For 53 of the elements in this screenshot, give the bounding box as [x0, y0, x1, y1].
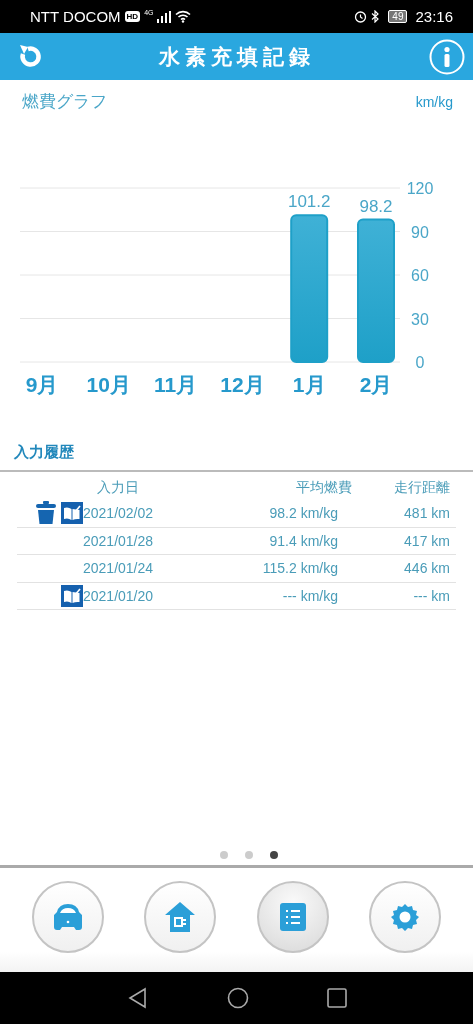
chart-title: 燃費グラフ	[22, 91, 107, 113]
month-label: 1月	[292, 373, 326, 396]
month-label: 11月	[154, 373, 198, 396]
hd-badge: HD	[124, 11, 141, 22]
fuel-economy-cell-text: --- km/kg	[281, 587, 338, 604]
list-icon	[279, 903, 306, 931]
distance-cell-text: 417 km	[403, 532, 451, 549]
page-dot[interactable]	[245, 851, 253, 859]
recents-key-icon[interactable]	[326, 988, 347, 1008]
clock-time: 23:16	[415, 8, 453, 25]
back-key-icon[interactable]	[126, 987, 149, 1009]
wifi-icon	[175, 10, 192, 23]
column-header: 走行距離	[393, 479, 451, 497]
y-tick-label: 60	[411, 267, 429, 284]
alarm-icon	[354, 10, 368, 23]
history-title: 入力履歴	[14, 443, 74, 460]
column-header: 入力日	[96, 479, 140, 497]
page-dot[interactable]	[220, 851, 228, 859]
battery-indicator: 49	[388, 10, 408, 23]
y-tick-label: 30	[411, 310, 429, 328]
info-button[interactable]	[429, 38, 465, 75]
fuel-economy-cell-text: 115.2 km/kg	[261, 560, 338, 577]
fuel-economy-cell-text: 91.4 km/kg	[268, 532, 338, 549]
edit-book-icon[interactable]	[61, 502, 83, 525]
home-key-icon[interactable]	[226, 987, 249, 1009]
app-title: 水素充填記録	[158, 43, 315, 70]
edit-book-icon[interactable]	[61, 584, 83, 607]
y-tick-label: 0	[415, 354, 425, 371]
bluetooth-icon	[371, 10, 381, 23]
date-cell-text: 2021/01/28	[83, 532, 155, 549]
y-tick-label: 120	[406, 180, 434, 197]
date-cell-text: 2021/02/02	[83, 505, 155, 522]
bar-value-label: 98.2	[359, 196, 393, 216]
distance-cell-text: --- km	[412, 587, 451, 604]
gear-icon	[389, 902, 420, 932]
distance-cell-text: 481 km	[403, 505, 451, 522]
chart-unit: km/kg	[415, 93, 453, 110]
carrier-name: NTT DOCOM	[30, 8, 121, 25]
house-icon	[164, 901, 197, 933]
distance-cell-text: 446 km	[403, 560, 451, 577]
column-header: 平均燃費	[295, 479, 352, 497]
month-label: 2月	[359, 373, 393, 396]
y-tick-label: 90	[411, 223, 429, 241]
date-cell-text: 2021/01/20	[83, 587, 155, 604]
trash-icon[interactable]	[36, 501, 56, 526]
fuel-economy-cell-text: 98.2 km/kg	[268, 505, 338, 522]
month-label: 12月	[220, 373, 265, 396]
signal-icon	[157, 10, 172, 23]
month-label: 10月	[86, 373, 131, 396]
month-label: 9月	[25, 373, 59, 396]
bar-value-label: 101.2	[287, 192, 331, 212]
date-cell-text: 2021/01/24	[83, 560, 155, 577]
page-dot[interactable]	[270, 851, 278, 859]
